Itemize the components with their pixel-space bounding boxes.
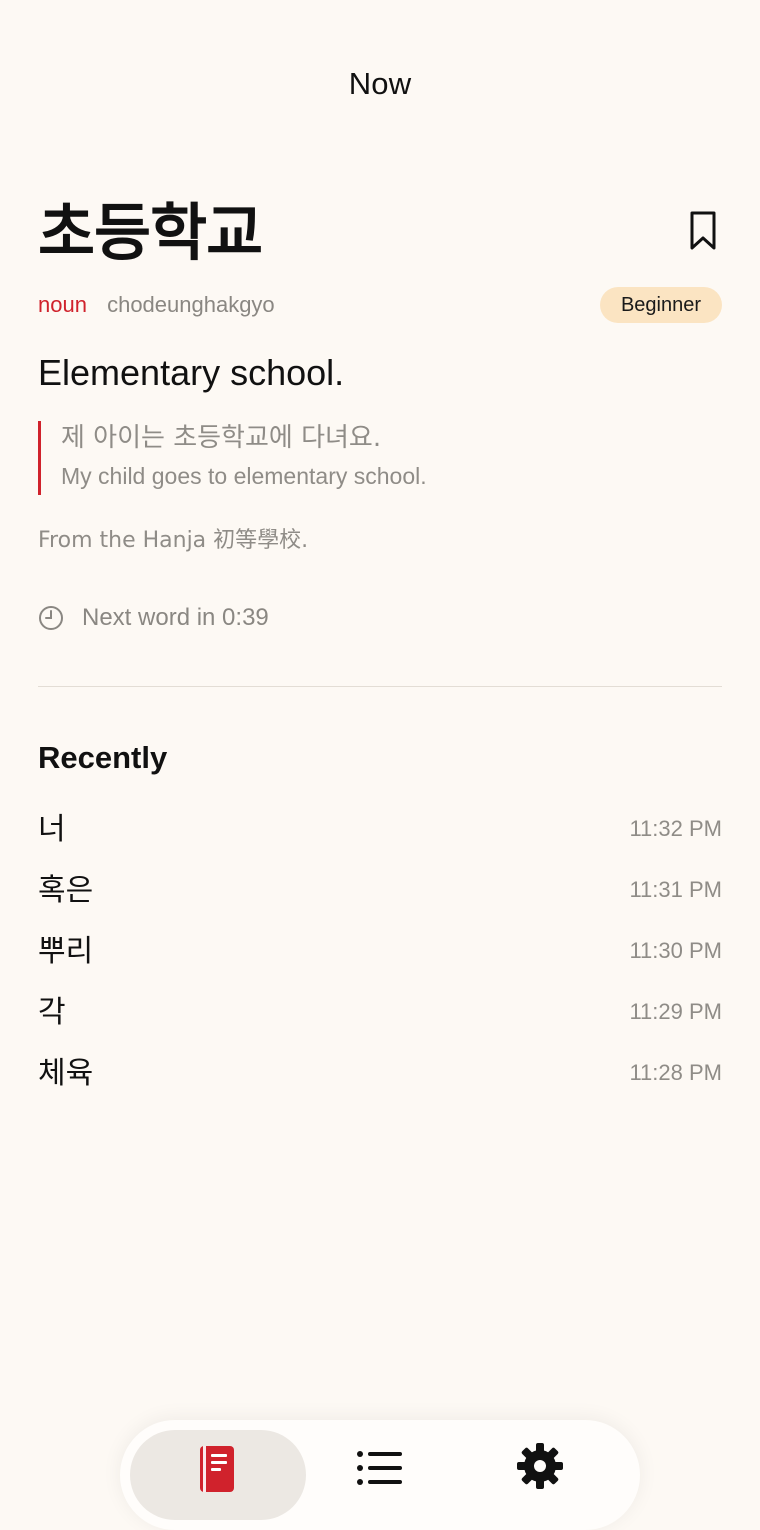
etymology: From the Hanja 初等學校. [38,522,308,554]
romanization: chodeunghakgyo [107,292,275,317]
tab-bar [120,1420,640,1530]
list-item[interactable]: 체육 11:28 PM [38,1039,722,1100]
tab-list[interactable] [350,1430,410,1520]
list-item[interactable]: 각 11:29 PM [38,978,722,1039]
recent-time: 11:29 PM [629,998,722,1024]
list-item[interactable]: 뿌리 11:30 PM [38,917,722,978]
page-title: Now [348,66,412,101]
list-item[interactable]: 혹은 11:31 PM [38,856,722,917]
part-of-speech: noun [38,292,87,317]
list-item[interactable]: 너 11:32 PM [38,795,722,856]
tab-now[interactable] [130,1430,306,1520]
recent-word: 혹은 [38,872,94,908]
definition: Elementary school. [38,352,345,393]
bookmark-button[interactable] [688,210,718,252]
book-icon [200,1446,234,1492]
recent-list: 너 11:32 PM 혹은 11:31 PM 뿌리 11:30 PM 각 11:… [38,795,722,1100]
recent-time: 11:28 PM [629,1059,722,1085]
clock-icon [39,606,63,630]
tab-settings[interactable] [510,1430,570,1520]
level-badge: Beginner [600,287,722,323]
timer-text: Next word in 0:39 [82,604,269,631]
recently-heading: Recently [38,740,168,775]
divider [38,686,722,687]
etymology-text: From the Hanja 初等學校. [38,528,309,553]
word-meta: noun chodeunghakgyo [38,292,275,318]
gear-icon [517,1443,563,1489]
example-korean: 제 아이는 초등학교에 다녀요. [61,423,382,453]
recent-word: 각 [38,994,66,1030]
recent-time: 11:30 PM [629,937,722,963]
recent-time: 11:31 PM [629,876,722,902]
example-quote: 제 아이는 초등학교에 다녀요. My child goes to elemen… [38,421,427,495]
next-word-timer: Next word in 0:39 [38,604,269,632]
example-english: My child goes to elementary school. [61,463,427,489]
word-hangul: 초등학교 [38,196,263,269]
recent-word: 체육 [38,1055,94,1091]
recent-word: 뿌리 [38,933,94,969]
bookmark-icon [690,211,716,250]
recent-time: 11:32 PM [629,815,722,841]
recent-word: 너 [38,811,66,847]
list-icon [357,1451,402,1485]
